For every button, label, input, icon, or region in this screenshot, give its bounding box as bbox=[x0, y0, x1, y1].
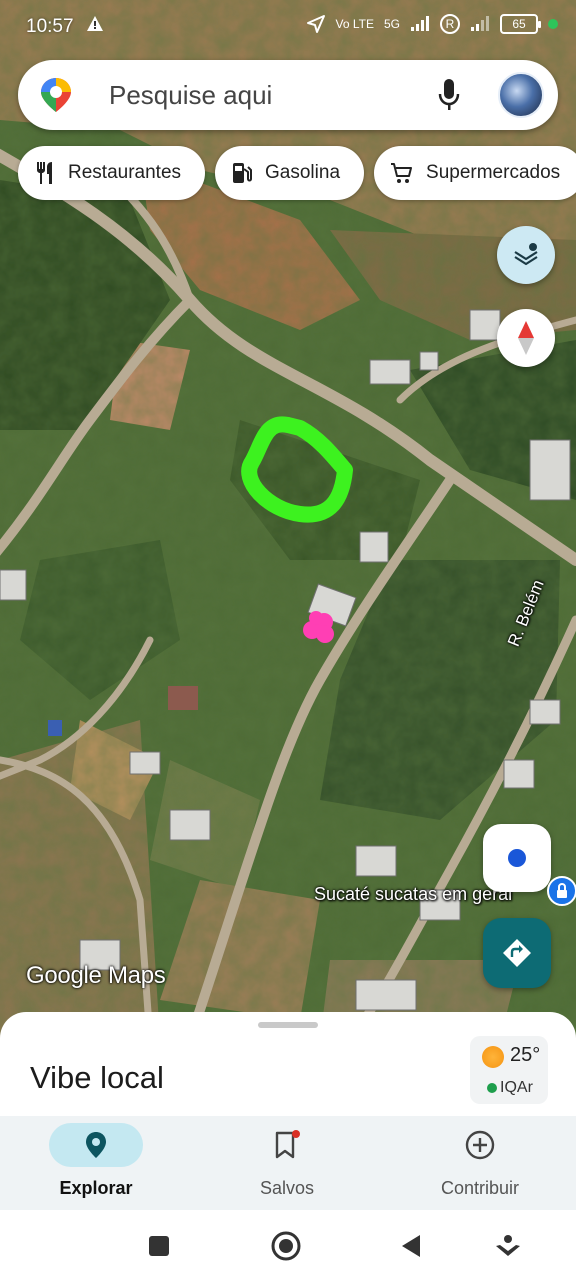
warning-icon bbox=[86, 15, 104, 38]
status-indicators: Vo LTE 5G R 65 bbox=[306, 14, 558, 34]
chip-gas[interactable]: Gasolina bbox=[215, 146, 365, 200]
bottom-navigation: Explorar Salvos Contribuir bbox=[0, 1116, 576, 1210]
signal-icon bbox=[411, 16, 429, 31]
volte-indicator: Vo LTE bbox=[335, 17, 374, 31]
layers-icon bbox=[514, 243, 538, 266]
system-navigation bbox=[0, 1210, 576, 1280]
signal-icon-2 bbox=[471, 16, 489, 31]
air-quality-label: IQAr bbox=[500, 1079, 533, 1096]
my-location-button[interactable] bbox=[483, 824, 551, 892]
poi-label[interactable]: Sucaté sucatas em geral bbox=[314, 884, 512, 905]
location-pin-icon bbox=[86, 1132, 106, 1158]
roaming-indicator: R bbox=[440, 14, 460, 34]
shopping-cart-icon bbox=[391, 163, 413, 183]
google-maps-watermark: Google Maps bbox=[26, 962, 166, 989]
tab-label: Explorar bbox=[59, 1178, 133, 1198]
sheet-drag-handle[interactable] bbox=[258, 1022, 318, 1028]
bookmark-icon bbox=[275, 1130, 300, 1159]
microphone-icon[interactable] bbox=[438, 78, 460, 117]
status-time: 10:57 bbox=[26, 16, 74, 37]
weather-temperature: 25° bbox=[510, 1044, 541, 1066]
assistant-icon[interactable] bbox=[492, 1230, 524, 1262]
privacy-dot bbox=[548, 19, 558, 29]
layers-button[interactable] bbox=[497, 226, 555, 284]
battery-icon: 65 bbox=[500, 14, 541, 34]
sheet-title: Vibe local bbox=[30, 1060, 164, 1095]
location-dot-icon bbox=[508, 849, 526, 867]
location-arrow-icon bbox=[306, 15, 325, 33]
compass-icon bbox=[518, 321, 534, 355]
recent-apps-icon[interactable] bbox=[143, 1230, 175, 1262]
lock-icon[interactable] bbox=[547, 876, 576, 906]
sun-icon bbox=[482, 1046, 504, 1068]
tab-explore[interactable]: Explorar bbox=[0, 1116, 192, 1210]
weather-badge[interactable]: 25° IQAr bbox=[470, 1036, 548, 1104]
back-icon[interactable] bbox=[395, 1230, 427, 1262]
status-bar: 10:57 Vo LTE 5G R 65 bbox=[0, 0, 576, 56]
search-bar[interactable]: Pesquise aqui bbox=[18, 60, 558, 130]
home-icon[interactable] bbox=[270, 1230, 302, 1262]
search-input[interactable]: Pesquise aqui bbox=[109, 80, 272, 111]
tab-contribute[interactable]: Contribuir bbox=[384, 1116, 576, 1210]
directions-icon bbox=[503, 939, 531, 967]
chip-supermarkets[interactable]: Supermercados bbox=[374, 146, 576, 200]
network-type: 5G bbox=[383, 17, 400, 31]
air-quality-dot bbox=[487, 1083, 497, 1093]
chip-restaurants[interactable]: Restaurantes bbox=[18, 146, 206, 200]
directions-button[interactable] bbox=[483, 918, 551, 988]
compass-button[interactable] bbox=[497, 309, 555, 367]
gas-station-icon bbox=[233, 163, 253, 183]
avatar[interactable] bbox=[498, 72, 544, 118]
maps-logo-icon bbox=[40, 77, 72, 118]
add-circle-icon bbox=[465, 1130, 495, 1160]
fork-knife-icon bbox=[37, 162, 52, 184]
tab-label: Salvos bbox=[259, 1178, 315, 1198]
chip-label: Restaurantes bbox=[68, 162, 182, 183]
tab-saved[interactable]: Salvos bbox=[191, 1116, 383, 1210]
chip-label: Gasolina bbox=[265, 162, 341, 183]
tab-label: Contribuir bbox=[440, 1178, 520, 1198]
chip-label: Supermercados bbox=[426, 162, 561, 183]
category-chips: Restaurantes Gasolina Supermercados bbox=[18, 146, 576, 200]
